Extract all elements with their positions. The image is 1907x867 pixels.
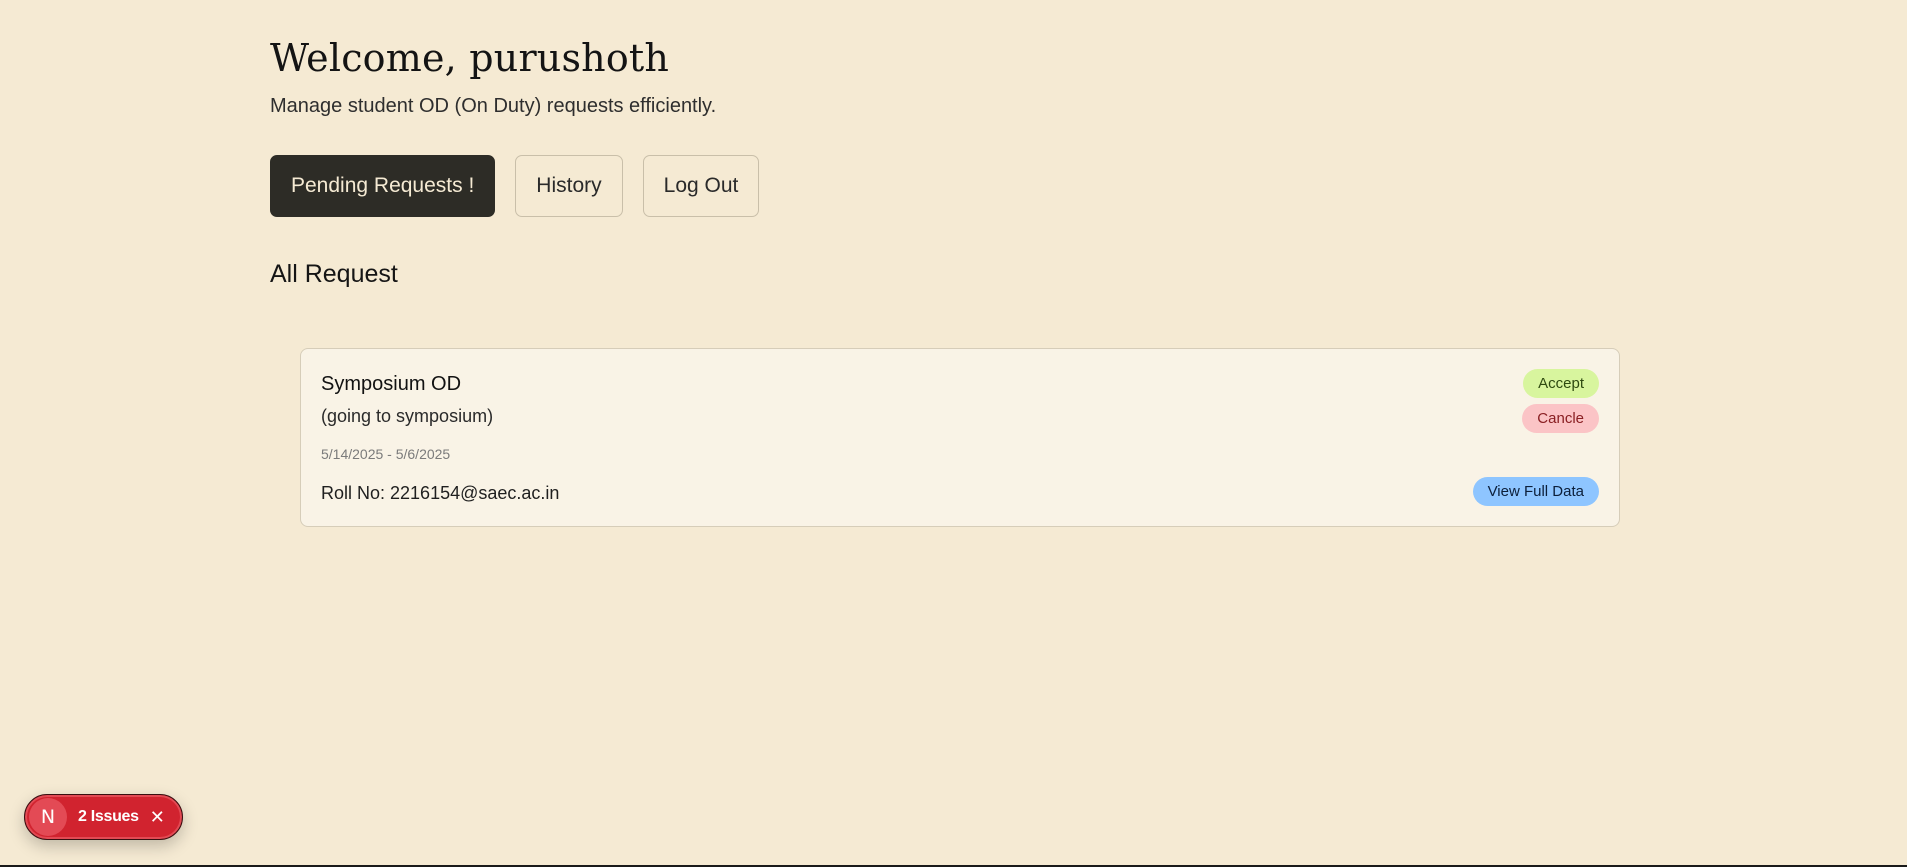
issues-count-label: 2 Issues <box>78 808 139 825</box>
logout-button[interactable]: Log Out <box>642 155 760 217</box>
nextjs-logo-icon: N <box>29 798 67 836</box>
section-title: All Request <box>270 260 398 288</box>
close-icon[interactable]: ✕ <box>150 808 165 826</box>
accept-button[interactable]: Accept <box>1523 369 1599 398</box>
request-card: Symposium OD (going to symposium) 5/14/2… <box>300 348 1620 527</box>
cancel-button[interactable]: Cancle <box>1522 404 1599 433</box>
page-title: Welcome, purushoth <box>270 36 670 80</box>
pending-requests-button[interactable]: Pending Requests ! <box>270 155 496 217</box>
main-content: Welcome, purushoth Manage student OD (On… <box>270 36 1620 289</box>
request-dates: 5/14/2025 - 5/6/2025 <box>321 446 451 462</box>
view-full-data-button[interactable]: View Full Data <box>1472 477 1599 506</box>
issues-badge[interactable]: N 2 Issues ✕ <box>24 794 183 840</box>
history-button[interactable]: History <box>515 155 623 217</box>
request-description: (going to symposium) <box>321 406 494 426</box>
nav-buttons: Pending Requests ! History Log Out <box>270 155 1620 217</box>
request-title: Symposium OD <box>321 373 462 395</box>
page-subtitle: Manage student OD (On Duty) requests eff… <box>270 95 717 117</box>
request-roll-number: Roll No: 2216154@saec.ac.in <box>321 483 560 503</box>
